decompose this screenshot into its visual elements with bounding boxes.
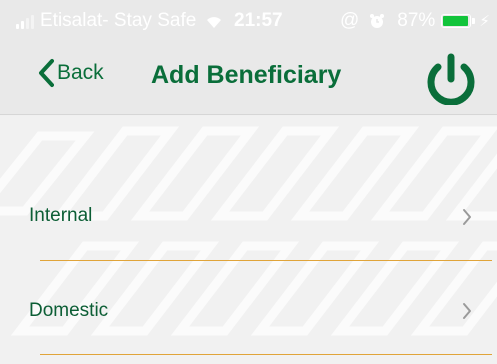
chevron-left-icon [39, 59, 54, 87]
header: Etisalat- Stay Safe 21:57 @ 87% ⚡︎ Back … [0, 0, 497, 115]
signal-icon [16, 13, 34, 29]
alarm-icon [370, 14, 385, 28]
chevron-right-icon [463, 303, 471, 319]
battery-percent: 87% [397, 10, 436, 31]
power-icon[interactable] [419, 53, 483, 105]
divider [40, 354, 492, 355]
content: Internal Domestic [0, 116, 497, 364]
back-button[interactable]: Back [38, 58, 104, 88]
charging-icon: ⚡︎ [479, 13, 490, 30]
at-icon: @ [340, 10, 360, 31]
status-bar: Etisalat- Stay Safe 21:57 @ 87% ⚡︎ [0, 0, 497, 40]
screen: Etisalat- Stay Safe 21:57 @ 87% ⚡︎ Back … [0, 0, 497, 364]
wifi-icon [207, 17, 222, 28]
battery-fill [443, 16, 468, 26]
divider [40, 260, 492, 261]
back-label: Back [57, 61, 104, 84]
battery-tip [472, 18, 476, 24]
item-label: Internal [29, 205, 93, 226]
status-time: 21:57 [234, 10, 283, 31]
chevron-right-icon [463, 209, 471, 225]
battery-icon [441, 14, 472, 28]
status-left: Etisalat- Stay Safe [16, 10, 224, 32]
list-item-internal[interactable]: Internal [0, 168, 497, 258]
item-label: Domestic [29, 300, 109, 321]
page-title: Add Beneficiary [151, 61, 342, 89]
status-right: @ 87% ⚡︎ [340, 10, 490, 32]
nav-bar: Back Add Beneficiary [0, 40, 497, 115]
list-item-domestic[interactable]: Domestic [0, 264, 497, 354]
carrier-name: Etisalat- Stay Safe [40, 10, 197, 31]
